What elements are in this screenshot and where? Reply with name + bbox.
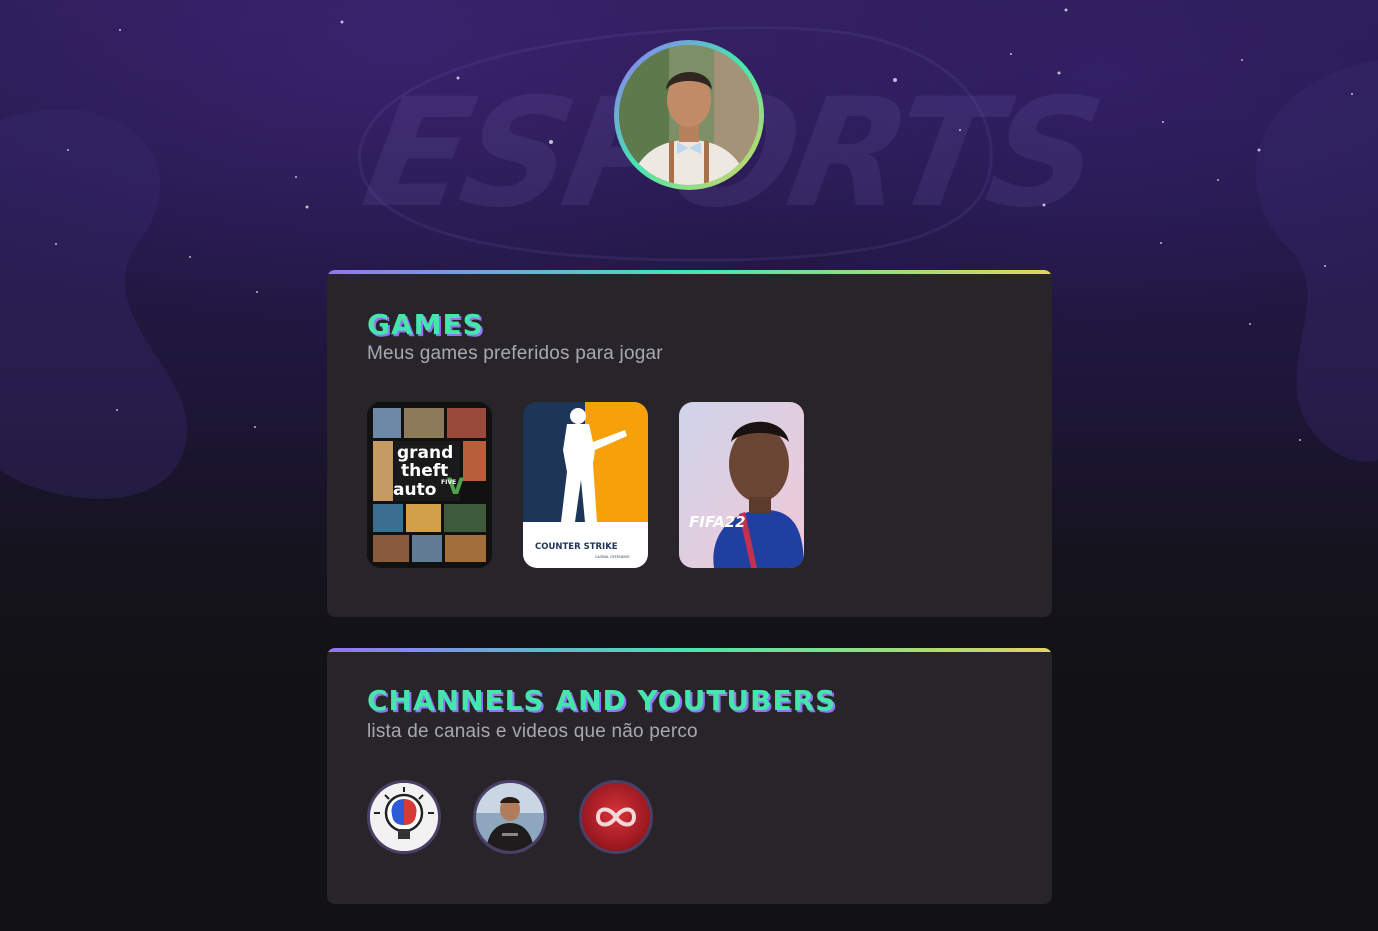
channels-card: CHANNELS AND YOUTUBERS lista de canais e… <box>327 648 1052 904</box>
gta-v-cover: grand theft auto V FIVE <box>367 402 492 568</box>
channels-subtitle: lista de canais e videos que não perco <box>367 721 698 742</box>
channel-infinity[interactable] <box>579 780 653 854</box>
fifa-22-cover: FIFA22 <box>679 402 804 568</box>
game-counter-strike[interactable]: COUNTER STRIKE GLOBAL OFFENSIVE <box>523 402 648 568</box>
brain-bulb-icon <box>370 783 438 851</box>
infinity-icon <box>582 783 650 851</box>
cs-label: COUNTER STRIKE <box>535 542 618 552</box>
gta-five-badge: FIVE <box>441 479 456 486</box>
gta-label-theft: theft <box>401 461 448 481</box>
games-card: GAMES Meus games preferidos para jogar g… <box>327 270 1052 617</box>
channel-brain[interactable] <box>367 780 441 854</box>
channels-title: CHANNELS AND YOUTUBERS <box>367 684 837 717</box>
game-fifa-22[interactable]: FIFA22 <box>679 402 804 568</box>
game-gta-v[interactable]: grand theft auto V FIVE <box>367 402 492 568</box>
gta-label-auto: auto <box>393 480 436 500</box>
games-subtitle: Meus games preferidos para jogar <box>367 343 663 364</box>
fitness-avatar-icon <box>476 783 544 851</box>
counter-strike-cover: COUNTER STRIKE GLOBAL OFFENSIVE <box>523 402 648 568</box>
fifa-label: FIFA22 <box>689 513 746 531</box>
channel-fitness[interactable] <box>473 780 547 854</box>
games-title: GAMES <box>367 308 484 341</box>
cs-sublabel: GLOBAL OFFENSIVE <box>595 555 630 559</box>
gta-label-grand: grand <box>397 443 453 463</box>
profile-avatar-ring <box>614 40 764 190</box>
profile-photo <box>619 45 759 185</box>
profile-avatar <box>619 45 759 185</box>
